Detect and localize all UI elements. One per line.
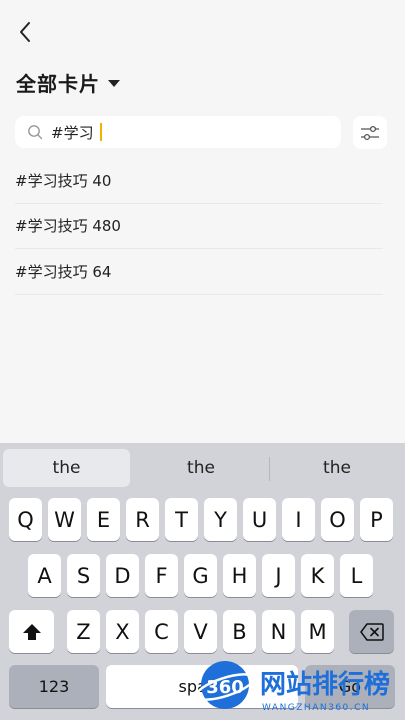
key-o[interactable]: O (321, 498, 354, 541)
key-b[interactable]: B (223, 610, 256, 653)
key-g[interactable]: G (184, 554, 217, 597)
sliders-icon (361, 125, 379, 140)
result-list: #学习技巧 40 #学习技巧 480 #学习技巧 64 (15, 158, 383, 295)
key-f[interactable]: F (145, 554, 178, 597)
backspace-icon (359, 622, 384, 641)
key-m[interactable]: M (301, 610, 334, 653)
search-icon (28, 125, 43, 140)
key-d[interactable]: D (106, 554, 139, 597)
result-item[interactable]: #学习技巧 64 (15, 249, 383, 295)
delete-key[interactable] (349, 610, 394, 653)
key-s[interactable]: S (67, 554, 100, 597)
result-item[interactable]: #学习技巧 40 (15, 158, 383, 204)
suggestion-2[interactable]: the (136, 449, 266, 487)
key-k[interactable]: K (301, 554, 334, 597)
search-query: #学习 (51, 123, 94, 142)
filter-button[interactable] (353, 116, 387, 149)
result-item[interactable]: #学习技巧 480 (15, 204, 383, 249)
chevron-left-icon (20, 22, 30, 42)
key-x[interactable]: X (106, 610, 139, 653)
key-i[interactable]: I (282, 498, 315, 541)
key-v[interactable]: V (184, 610, 217, 653)
text-cursor (99, 123, 102, 141)
watermark-text: 网站排行榜 (260, 669, 390, 700)
shift-key[interactable] (9, 610, 54, 653)
back-button[interactable] (12, 18, 38, 46)
suggestion-bar: the the the (0, 443, 405, 489)
card-filter-dropdown[interactable]: 全部卡片 (16, 68, 120, 97)
numbers-key[interactable]: 123 (9, 665, 99, 708)
key-w[interactable]: W (48, 498, 81, 541)
watermark-logo: 360 网站排行榜 WANGZHAN360.CN (198, 661, 390, 713)
watermark-url: WANGZHAN360.CN (262, 703, 370, 713)
key-c[interactable]: C (145, 610, 178, 653)
caret-down-icon (108, 80, 120, 87)
search-input[interactable]: #学习 (15, 116, 341, 148)
suggestion-1[interactable]: the (3, 449, 130, 487)
key-e[interactable]: E (87, 498, 120, 541)
key-l[interactable]: L (340, 554, 373, 597)
key-h[interactable]: H (223, 554, 256, 597)
shift-icon (22, 623, 41, 640)
suggestion-3[interactable]: the (272, 449, 402, 487)
key-q[interactable]: Q (9, 498, 42, 541)
key-p[interactable]: P (360, 498, 393, 541)
key-r[interactable]: R (126, 498, 159, 541)
key-a[interactable]: A (28, 554, 61, 597)
watermark-badge: 360 (206, 677, 244, 698)
key-n[interactable]: N (262, 610, 295, 653)
key-j[interactable]: J (262, 554, 295, 597)
key-u[interactable]: U (243, 498, 276, 541)
key-z[interactable]: Z (67, 610, 100, 653)
suggestion-divider (269, 457, 270, 481)
key-t[interactable]: T (165, 498, 198, 541)
page-title: 全部卡片 (16, 72, 100, 96)
key-y[interactable]: Y (204, 498, 237, 541)
